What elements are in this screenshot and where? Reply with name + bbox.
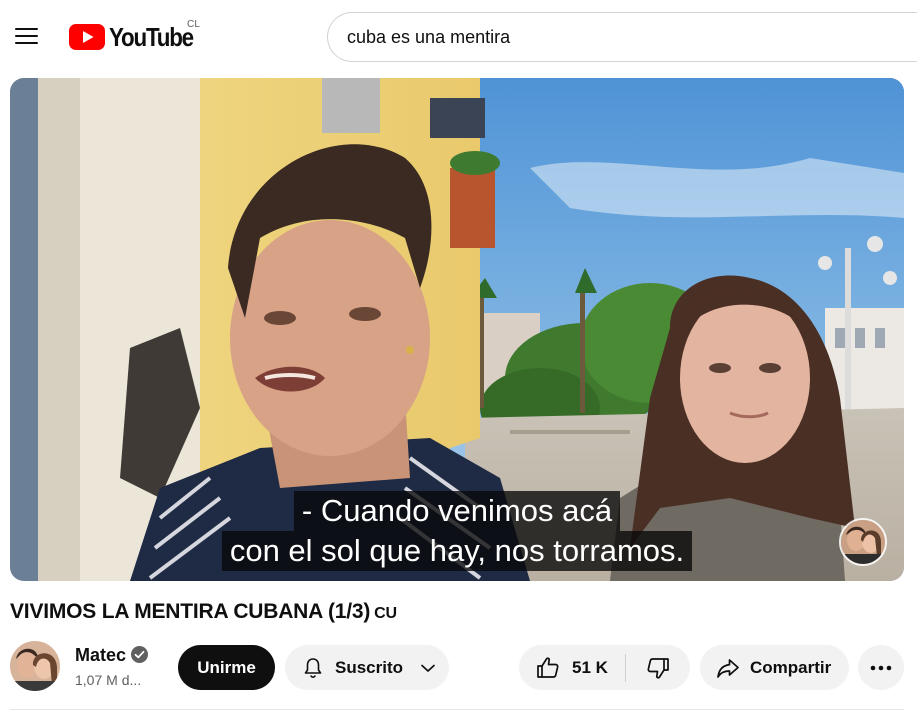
- watermark-image: [841, 520, 885, 564]
- search-input[interactable]: [347, 26, 917, 48]
- video-title-text: VIVIMOS LA MENTIRA CUBANA (1/3): [10, 600, 371, 623]
- channel-avatar[interactable]: [10, 641, 60, 691]
- bell-icon: [304, 657, 322, 678]
- subscribed-label: Suscrito: [335, 657, 404, 677]
- subtitle-line-1: - Cuando venimos acá: [293, 491, 621, 531]
- like-dislike-group: 51 K: [519, 645, 690, 690]
- more-horizontal-icon: [870, 665, 892, 670]
- logo-wordmark: YouTube: [109, 22, 194, 52]
- youtube-play-icon: [69, 24, 105, 50]
- dislike-button[interactable]: [626, 645, 690, 690]
- subtitles: - Cuando venimos acá con el sol que hay,…: [10, 491, 904, 571]
- more-actions-button[interactable]: [858, 645, 904, 690]
- share-button[interactable]: Compartir: [700, 645, 849, 690]
- video-title: VIVIMOS LA MENTIRA CUBANA (1/3) CU: [10, 600, 397, 624]
- top-bar: YouTube CL: [0, 0, 917, 74]
- menu-icon[interactable]: [6, 16, 46, 56]
- subscribed-button[interactable]: Suscrito: [285, 645, 449, 690]
- verified-badge-icon: [131, 646, 148, 663]
- video-title-tag: CU: [374, 605, 397, 622]
- channel-name[interactable]: Matec: [75, 645, 127, 666]
- channel-watermark[interactable]: [839, 518, 887, 566]
- video-player[interactable]: - Cuando venimos acá con el sol que hay,…: [10, 78, 904, 581]
- join-button[interactable]: Unirme: [178, 645, 275, 690]
- subtitle-line-2: con el sol que hay, nos torramos.: [221, 531, 693, 571]
- avatar-image: [10, 641, 60, 691]
- share-label: Compartir: [750, 657, 832, 677]
- subscriber-count: 1,07 M d...: [75, 672, 142, 688]
- search-box[interactable]: [327, 12, 917, 62]
- like-button[interactable]: 51 K: [519, 645, 625, 690]
- youtube-logo[interactable]: YouTube: [69, 22, 207, 52]
- chevron-down-icon: [421, 664, 435, 672]
- like-count: 51 K: [572, 657, 608, 677]
- section-divider: [10, 709, 904, 710]
- thumbs-down-icon: [647, 657, 669, 679]
- thumbs-up-icon: [537, 656, 559, 678]
- country-code: CL: [187, 19, 201, 30]
- share-arrow-icon: [717, 658, 739, 678]
